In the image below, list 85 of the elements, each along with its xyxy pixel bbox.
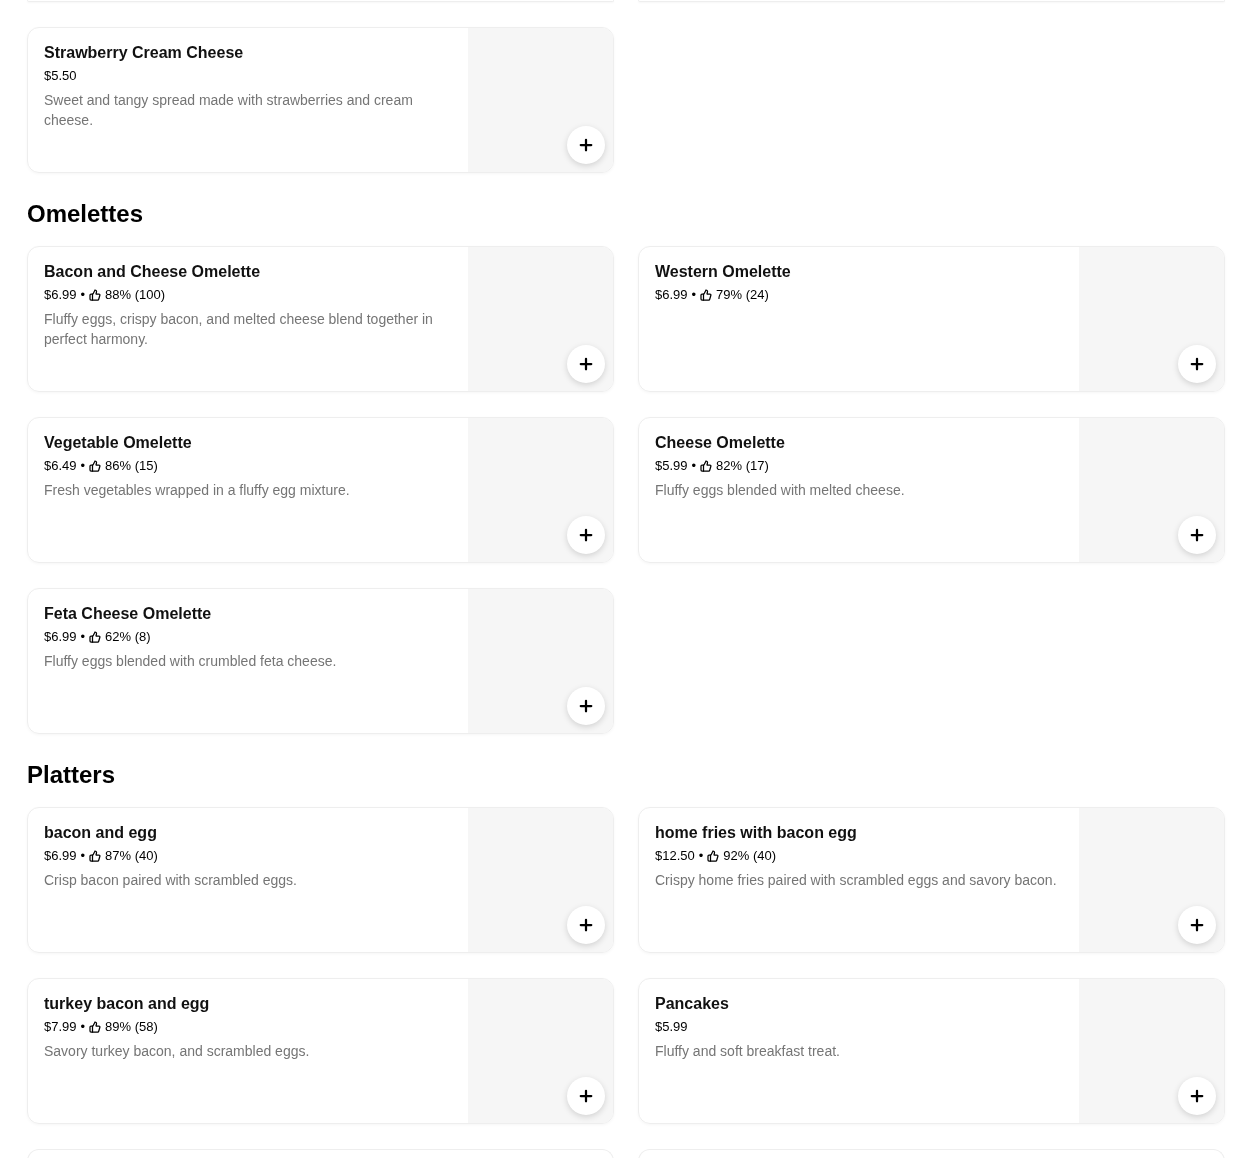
item-name: turkey bacon and egg	[44, 994, 211, 1014]
item-rating: 82% (17)	[716, 457, 769, 475]
item-name: Vegetable Omelette	[44, 433, 193, 453]
plus-icon	[577, 136, 595, 154]
menu-item-card[interactable]: Bacon and Cheese Omelette $6.99 • 88% (100) Fluffy eggs, crispy bacon, and melted cheese blend together in perfect harmony.	[27, 246, 614, 392]
menu-item-card[interactable]: Strawberry Cream Cheese $5.50 Sweet and tangy spread made with strawberries and cream cheese.	[27, 27, 614, 173]
menu-item-card[interactable]: Cheese Omelette $5.99 • 82% (17) Fluffy eggs blended with melted cheese.	[638, 417, 1225, 563]
item-price: $7.99	[44, 1018, 77, 1036]
item-name: Pancakes	[655, 994, 730, 1014]
item-description: Fluffy eggs blended with melted cheese.	[655, 481, 906, 500]
item-description: Fresh vegetables wrapped in a fluffy egg mixture.	[44, 481, 351, 500]
plus-icon	[577, 916, 595, 934]
item-description: Crisp bacon paired with scrambled eggs.	[44, 871, 298, 890]
separator-dot: •	[80, 457, 86, 475]
plus-icon	[577, 526, 595, 544]
item-name: Cheese Omelette	[655, 433, 786, 453]
thumbs-up-icon	[700, 460, 713, 472]
add-button[interactable]	[567, 1077, 605, 1115]
item-price: $5.99	[655, 1018, 688, 1036]
thumbs-up-icon	[707, 850, 720, 862]
menu-item-card[interactable]: Pancakes $5.99 Fluffy and soft breakfast treat.	[638, 978, 1225, 1124]
plus-icon	[1188, 526, 1206, 544]
separator-dot: •	[691, 286, 697, 304]
plus-icon	[577, 697, 595, 715]
plus-icon	[577, 355, 595, 373]
menu-item-card[interactable]: bacon and egg $6.99 • 87% (40) Crisp bacon paired with scrambled eggs.	[27, 807, 614, 953]
menu-item-card[interactable]: Feta Cheese Omelette $6.99 • 62% (8) Fluffy eggs blended with crumbled feta cheese.	[27, 588, 614, 734]
add-button[interactable]	[567, 687, 605, 725]
item-price: $5.99	[655, 457, 688, 475]
item-price: $5.50	[44, 67, 77, 85]
item-price: $6.99	[44, 286, 77, 304]
add-button[interactable]	[567, 516, 605, 554]
item-name: Bacon and Cheese Omelette	[44, 262, 262, 282]
separator-dot: •	[80, 847, 86, 865]
item-rating: 79% (24)	[716, 286, 769, 304]
item-description: Crispy home fries paired with scrambled eggs and savory bacon.	[655, 871, 1058, 890]
item-price: $6.49	[44, 457, 77, 475]
item-description: Fluffy eggs blended with crumbled feta cheese.	[44, 652, 338, 671]
separator-dot: •	[698, 847, 704, 865]
menu-item-card[interactable]: Western Omelette $6.99 • 79% (24)	[638, 246, 1225, 392]
add-button[interactable]	[1178, 345, 1216, 383]
separator-dot: •	[80, 628, 86, 646]
item-rating: 88% (100)	[105, 286, 166, 304]
item-price: $6.99	[44, 847, 77, 865]
thumbs-up-icon	[89, 850, 102, 862]
item-price: $6.99	[655, 286, 688, 304]
item-rating: 89% (58)	[105, 1018, 158, 1036]
item-name: home fries with bacon egg	[655, 823, 858, 843]
item-name: Western Omelette	[655, 262, 792, 282]
plus-icon	[1188, 1087, 1206, 1105]
section-heading: Omelettes	[27, 200, 145, 228]
item-rating: 92% (40)	[723, 847, 777, 865]
plus-icon	[1188, 355, 1206, 373]
item-rating: 62% (8)	[105, 628, 151, 646]
add-button[interactable]	[567, 906, 605, 944]
item-price: $6.99	[44, 628, 77, 646]
section-heading: Platters	[27, 761, 117, 789]
separator-dot: •	[691, 457, 697, 475]
item-rating: 86% (15)	[105, 457, 158, 475]
add-button[interactable]	[1178, 516, 1216, 554]
separator-dot: •	[80, 286, 86, 304]
item-description: Savory turkey bacon, and scrambled eggs.	[44, 1042, 311, 1061]
menu-item-card[interactable]: home fries with bacon egg $12.50 • 92% (40) Crispy home fries paired with scrambled eggs and savory bacon.	[638, 807, 1225, 953]
item-rating: 87% (40)	[105, 847, 158, 865]
thumbs-up-icon	[89, 631, 102, 643]
thumbs-up-icon	[89, 289, 102, 301]
menu-item-card[interactable]: turkey bacon and egg $7.99 • 89% (58) Savory turkey bacon, and scrambled eggs.	[27, 978, 614, 1124]
separator-dot: •	[80, 1018, 86, 1036]
item-price: $12.50	[655, 847, 695, 865]
add-button[interactable]	[1178, 1077, 1216, 1115]
add-button[interactable]	[567, 126, 605, 164]
thumbs-up-icon	[89, 460, 102, 472]
plus-icon	[577, 1087, 595, 1105]
thumbs-up-icon	[89, 1021, 102, 1033]
menu-item-card[interactable]: Vegetable Omelette $6.49 • 86% (15) Fresh vegetables wrapped in a fluffy egg mixture.	[27, 417, 614, 563]
plus-icon	[1188, 916, 1206, 934]
thumbs-up-icon	[700, 289, 713, 301]
item-description: Fluffy and soft breakfast treat.	[655, 1042, 841, 1061]
add-button[interactable]	[1178, 906, 1216, 944]
item-description: Fluffy eggs, crispy bacon, and melted cheese blend together in perfect harmony.	[44, 310, 434, 349]
add-button[interactable]	[567, 345, 605, 383]
item-name: Feta Cheese Omelette	[44, 604, 213, 624]
item-description: Sweet and tangy spread made with strawberries and cream cheese.	[44, 91, 414, 130]
item-name: bacon and egg	[44, 823, 158, 843]
item-name: Strawberry Cream Cheese	[44, 43, 245, 63]
